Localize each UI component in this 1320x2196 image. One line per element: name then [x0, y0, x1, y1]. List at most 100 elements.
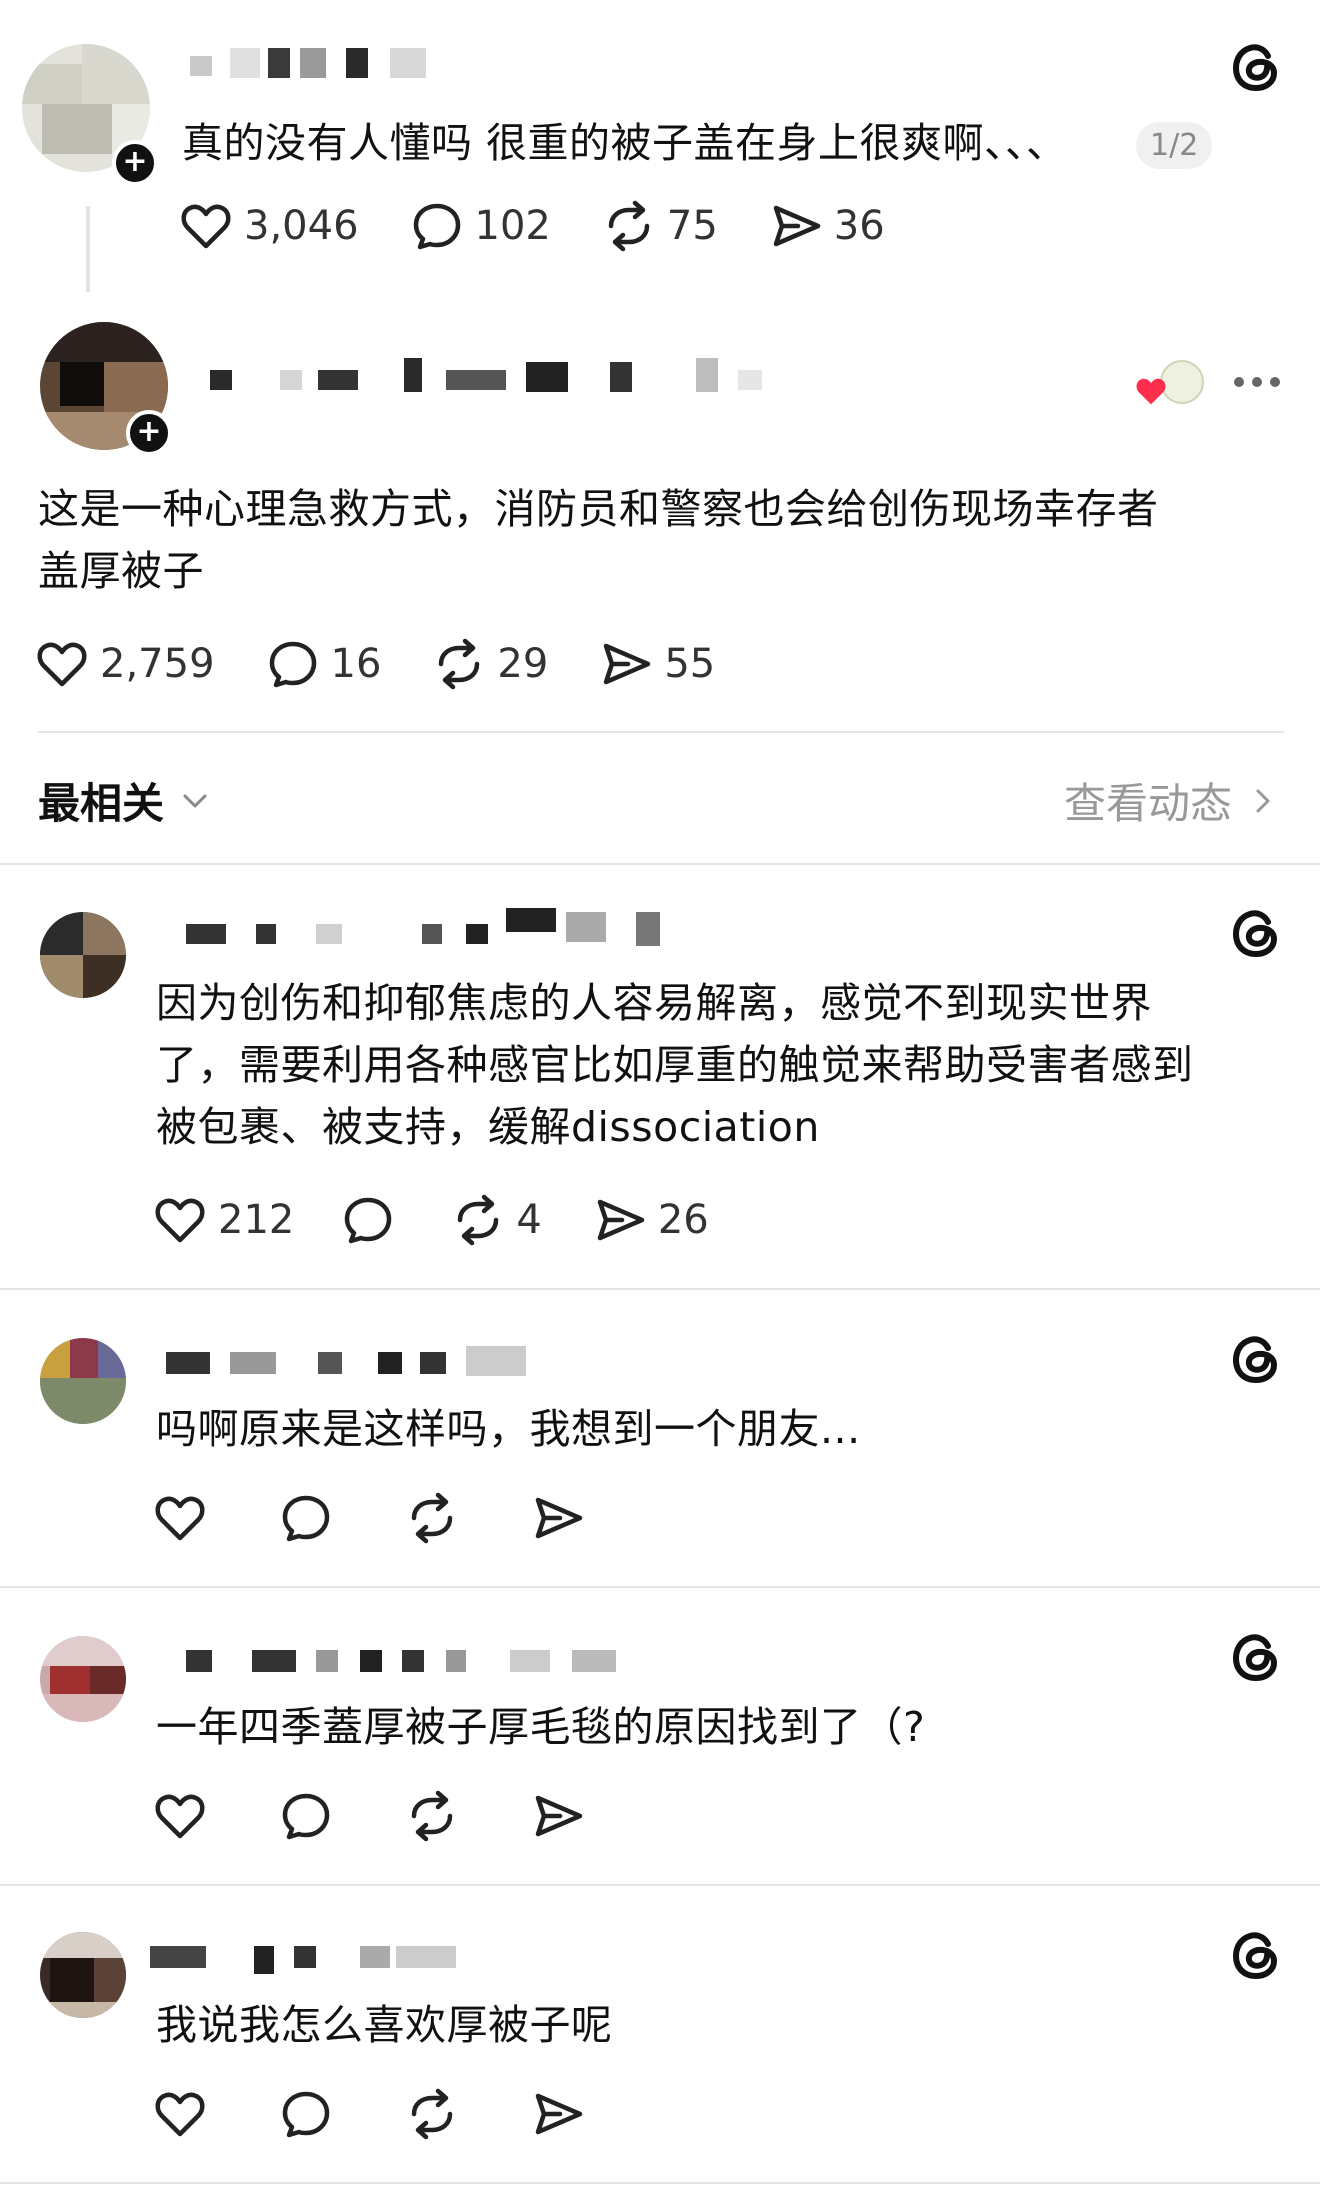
post-actions: 3,046 102 75 36 [178, 198, 885, 254]
send-icon [597, 1199, 645, 1241]
follow-plus-icon[interactable]: + [126, 410, 172, 456]
comment-actions: 212 4 26 [152, 1192, 709, 1248]
avatar[interactable] [40, 1636, 126, 1722]
like-button[interactable] [152, 2086, 208, 2142]
reply-text-line1: 这是一种心理急救方式，消防员和警察也会给创伤现场幸存者 [38, 485, 1159, 533]
comment-text-line3: 被包裹、被支持，缓解dissociation [156, 1103, 820, 1151]
comment-bubble-icon [345, 1197, 392, 1244]
comment-divider [0, 1288, 1320, 1290]
like-count: 212 [218, 1197, 295, 1243]
carousel-pager[interactable]: 1/2 [1136, 122, 1213, 169]
share-count: 55 [664, 641, 716, 687]
reply-button[interactable] [278, 1490, 334, 1546]
repost-button[interactable] [404, 1788, 460, 1844]
like-count: 3,046 [244, 203, 359, 249]
comment-actions [152, 1788, 586, 1844]
threads-logo-icon[interactable] [1228, 904, 1284, 960]
heart-icon [37, 642, 87, 687]
threads-logo-icon[interactable] [1228, 1330, 1284, 1386]
repost-icon [411, 2088, 453, 2140]
comment-divider [0, 1586, 1320, 1588]
username-redacted[interactable] [150, 1940, 480, 1974]
repost-button[interactable]: 29 [431, 636, 548, 692]
reply-text-line2: 盖厚被子 [38, 547, 204, 595]
avatar[interactable] [40, 1932, 126, 2018]
comment-bubble-icon [413, 203, 460, 250]
send-icon [535, 2093, 583, 2135]
username-redacted[interactable] [166, 908, 706, 946]
liked-by-author-badge [1134, 360, 1204, 410]
repost-button[interactable]: 4 [450, 1192, 542, 1248]
more-options-icon[interactable] [1234, 374, 1282, 390]
like-button[interactable]: 3,046 [178, 198, 359, 254]
send-icon [773, 205, 821, 247]
share-button[interactable] [530, 1788, 586, 1844]
comment-text-line1: 因为创伤和抑郁焦虑的人容易解离，感觉不到现实世界 [156, 979, 1152, 1027]
sort-dropdown[interactable]: 最相关 [38, 770, 212, 831]
reply-button[interactable] [278, 1788, 334, 1844]
reply-count: 16 [330, 641, 382, 687]
share-button[interactable]: 36 [768, 198, 885, 254]
comment-bubble-icon [282, 2091, 330, 2138]
chevron-right-icon [1256, 789, 1270, 812]
heart-icon [181, 204, 231, 249]
comment-divider [0, 1884, 1320, 1886]
avatar[interactable] [40, 912, 126, 998]
comment-text: 一年四季蓋厚被子厚毛毯的原因找到了（? [156, 1703, 926, 1751]
chevron-down-icon [183, 794, 207, 807]
comment-bubble-icon [282, 1793, 330, 1840]
username-redacted[interactable] [210, 358, 770, 392]
repost-button[interactable] [404, 2086, 460, 2142]
threads-logo-icon[interactable] [1228, 1926, 1284, 1982]
share-count: 26 [657, 1197, 709, 1243]
follow-plus-icon[interactable]: + [112, 140, 158, 186]
reply-actions: 2,759 16 29 55 [34, 636, 715, 692]
share-button[interactable]: 55 [598, 636, 715, 692]
like-button[interactable]: 2,759 [34, 636, 215, 692]
send-icon [535, 1795, 583, 1837]
reply-button[interactable] [340, 1192, 396, 1248]
heart-icon [155, 1496, 205, 1541]
like-count: 2,759 [100, 641, 215, 687]
send-icon [604, 643, 651, 685]
repost-icon [458, 1194, 499, 1246]
username-redacted[interactable] [166, 1644, 646, 1674]
avatar[interactable] [40, 1338, 126, 1424]
send-icon [535, 1497, 583, 1539]
repost-button[interactable]: 75 [601, 198, 718, 254]
heart-icon [155, 1198, 205, 1243]
repost-icon [411, 1790, 453, 1842]
repost-count: 4 [516, 1197, 542, 1243]
share-button[interactable]: 26 [592, 1192, 709, 1248]
comment-text: 我说我怎么喜欢厚被子呢 [156, 2001, 613, 2049]
username-redacted[interactable] [166, 1346, 546, 1376]
reply-button[interactable]: 102 [409, 198, 551, 254]
comment-text-line2: 了，需要利用各种感官比如厚重的触觉来帮助受害者感到 [156, 1041, 1194, 1089]
reply-button[interactable] [278, 2086, 334, 2142]
sort-label: 最相关 [38, 779, 165, 828]
like-button[interactable] [152, 1490, 208, 1546]
heart-icon [155, 1794, 205, 1839]
repost-count: 75 [666, 203, 718, 249]
share-button[interactable] [530, 2086, 586, 2142]
reply-count: 102 [474, 203, 551, 249]
comment-actions [152, 2086, 586, 2142]
repost-button[interactable] [404, 1490, 460, 1546]
thread-line [86, 206, 90, 292]
threads-logo-icon[interactable] [1228, 38, 1284, 94]
view-activity-label: 查看动态 [1064, 779, 1233, 828]
comment-text: 吗啊原来是这样吗，我想到一个朋友... [156, 1405, 861, 1453]
comment-actions [152, 1490, 586, 1546]
username-redacted[interactable] [190, 48, 430, 78]
reply-button[interactable]: 16 [265, 636, 382, 692]
like-button[interactable] [152, 1788, 208, 1844]
comment-bubble-icon [282, 1495, 330, 1542]
like-button[interactable]: 212 [152, 1192, 294, 1248]
repost-icon [411, 1492, 453, 1544]
share-button[interactable] [530, 1490, 586, 1546]
heart-icon [1136, 378, 1166, 405]
divider [38, 731, 1284, 733]
comment-bubble-icon [269, 641, 316, 688]
threads-logo-icon[interactable] [1228, 1628, 1284, 1684]
view-activity-link[interactable]: 查看动态 [1064, 770, 1280, 831]
